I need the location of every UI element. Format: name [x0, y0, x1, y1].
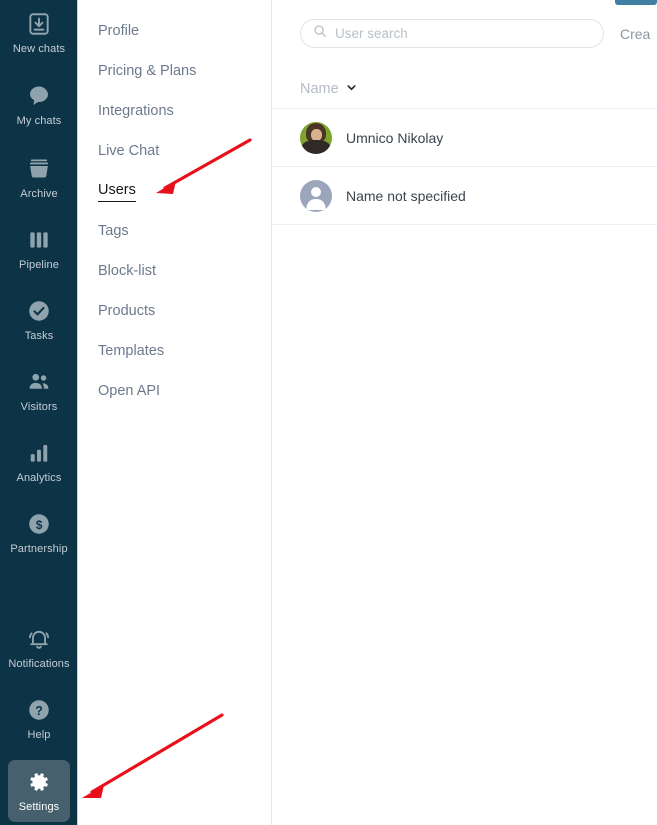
menu-item-profile[interactable]: Profile: [78, 12, 271, 52]
avatar: [300, 121, 332, 154]
user-name: Umnico Nikolay: [346, 129, 444, 146]
menu-item-pricing-plans[interactable]: Pricing & Plans: [78, 52, 271, 92]
app-root: New chats My chats Archive Pipeline Task…: [0, 0, 657, 825]
user-search-box[interactable]: [300, 19, 604, 48]
sidebar-item-label: Partnership: [10, 543, 68, 555]
archive-box-icon: [25, 155, 53, 183]
menu-item-label: Live Chat: [98, 143, 160, 159]
dollar-circle-icon: $: [25, 510, 53, 538]
menu-item-label: Block-list: [98, 263, 157, 279]
sidebar-item-tasks[interactable]: Tasks: [0, 297, 78, 342]
menu-item-label: Pricing & Plans: [98, 63, 197, 79]
bar-chart-icon: [25, 439, 53, 467]
question-circle-icon: ?: [25, 696, 53, 724]
menu-item-label: Tags: [98, 223, 129, 239]
menu-item-templates[interactable]: Templates: [78, 332, 271, 372]
sidebar-item-visitors[interactable]: Visitors: [0, 368, 78, 413]
menu-item-label: Users: [98, 182, 136, 202]
menu-item-open-api[interactable]: Open API: [78, 372, 271, 412]
sidebar-item-label: Help: [27, 729, 51, 741]
sidebar-item-label: Analytics: [16, 472, 62, 484]
bell-icon: [25, 625, 53, 653]
sidebar-item-label: Pipeline: [19, 259, 59, 271]
menu-item-products[interactable]: Products: [78, 292, 271, 332]
sidebar-item-label: My chats: [16, 115, 62, 127]
menu-item-label: Products: [98, 303, 156, 319]
sidebar-item-help[interactable]: ? Help: [0, 696, 78, 741]
users-toolbar: Crea: [272, 0, 657, 54]
sidebar-item-label: Settings: [18, 801, 60, 813]
table-row[interactable]: Umnico Nikolay: [272, 109, 657, 167]
sidebar-item-analytics[interactable]: Analytics: [0, 439, 78, 484]
menu-item-users[interactable]: Users: [78, 172, 271, 212]
menu-item-label: Open API: [98, 383, 161, 399]
menu-item-block-list[interactable]: Block-list: [78, 252, 271, 292]
sidebar-item-pipeline[interactable]: Pipeline: [0, 226, 78, 271]
users-content: Crea Name Umnico Nikolay Name not: [272, 0, 657, 825]
users-icon: [25, 368, 53, 396]
name-column-label: Name: [300, 81, 339, 97]
sidebar-item-label: Notifications: [8, 658, 70, 670]
menu-item-label: Templates: [98, 343, 165, 359]
chevron-down-icon[interactable]: [346, 80, 357, 98]
create-user-button[interactable]: Crea: [620, 26, 650, 42]
menu-item-integrations[interactable]: Integrations: [78, 92, 271, 132]
user-name: Name not specified: [346, 187, 466, 204]
menu-item-live-chat[interactable]: Live Chat: [78, 132, 271, 172]
svg-text:$: $: [36, 518, 43, 532]
primary-sidebar: New chats My chats Archive Pipeline Task…: [0, 0, 78, 825]
sidebar-item-settings[interactable]: Settings: [8, 760, 70, 822]
pipeline-bars-icon: [25, 226, 53, 254]
sidebar-item-label: Visitors: [20, 401, 58, 413]
settings-menu: Profile Pricing & Plans Integrations Liv…: [78, 0, 272, 825]
name-column-header[interactable]: Name: [272, 70, 657, 108]
menu-item-label: Integrations: [98, 103, 174, 119]
gear-icon: [25, 768, 53, 796]
search-input[interactable]: [335, 26, 591, 41]
inbox-download-icon: [25, 10, 53, 38]
table-row[interactable]: Name not specified: [272, 167, 657, 225]
search-icon: [313, 24, 335, 43]
check-circle-icon: [25, 297, 53, 325]
sidebar-item-notifications[interactable]: Notifications: [0, 625, 78, 670]
sidebar-item-archive[interactable]: Archive: [0, 155, 78, 200]
sidebar-item-my-chats[interactable]: My chats: [0, 82, 78, 127]
sidebar-item-label: Tasks: [24, 330, 54, 342]
sidebar-item-partnership[interactable]: $ Partnership: [0, 510, 78, 555]
sidebar-item-new-chats[interactable]: New chats: [0, 10, 78, 55]
svg-text:?: ?: [35, 704, 43, 718]
menu-item-label: Profile: [98, 23, 140, 39]
users-table: Umnico Nikolay Name not specified: [272, 108, 657, 225]
menu-item-tags[interactable]: Tags: [78, 212, 271, 252]
avatar-placeholder-icon: [300, 179, 332, 212]
chat-bubble-icon: [25, 82, 53, 110]
sidebar-item-label: Archive: [20, 188, 58, 200]
sidebar-item-label: New chats: [12, 43, 66, 55]
top-right-action-button[interactable]: [615, 0, 657, 5]
